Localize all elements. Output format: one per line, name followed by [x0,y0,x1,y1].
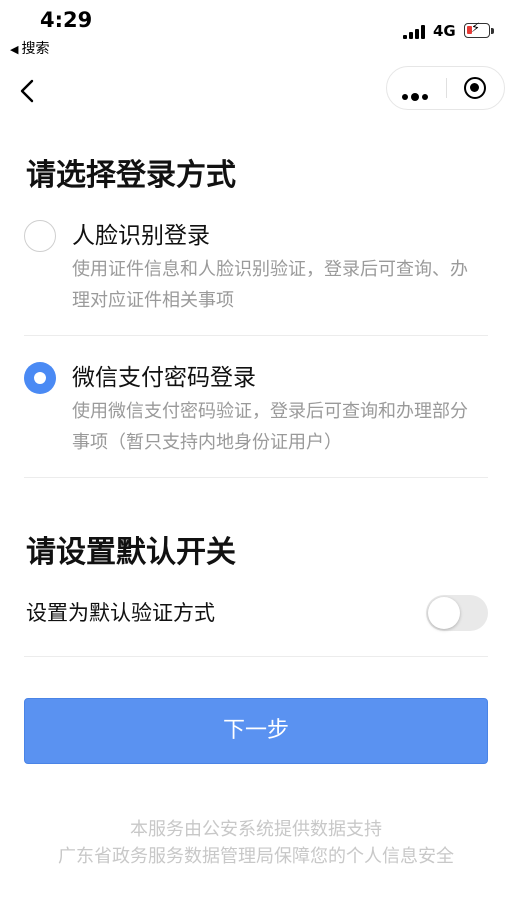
option-wechat-pay-login[interactable]: 微信支付密码登录 使用微信支付密码验证，登录后可查询和办理部分事项（暂只支持内地… [24,362,488,458]
chevron-left-icon [20,79,34,103]
more-button[interactable] [387,67,446,109]
more-dots-icon [402,85,431,104]
option-wechat-pay-login-description: 使用微信支付密码验证，登录后可查询和办理部分事项（暂只支持内地身份证用户） [72,401,468,453]
default-setting-toggle[interactable] [426,595,488,631]
battery-icon: ⚡ [464,21,490,38]
back-to-app-link[interactable]: ◀ 搜索 [10,38,49,58]
option-face-login-description: 使用证件信息和人脸识别验证，登录后可查询、办理对应证件相关事项 [72,259,468,311]
back-to-app-label: 搜索 [21,41,50,57]
signal-icon [403,25,427,39]
radio-face-login[interactable] [24,220,56,252]
close-button[interactable] [447,67,504,109]
next-step-button[interactable]: 下一步 [24,698,488,764]
divider [24,656,488,657]
target-circle-icon [464,77,486,99]
mini-program-capsule [386,66,505,110]
footer-line-2: 广东省政务服务数据管理局保障您的个人信息安全 [58,846,454,867]
network-type: 4G [433,22,456,40]
radio-wechat-pay-login[interactable] [24,362,56,394]
status-time: 4:29 [40,8,93,32]
status-bar: 4:29 ◀ 搜索 4G ⚡ [0,0,512,62]
divider [24,335,488,336]
default-setting-label: 设置为默认验证方式 [26,601,215,625]
default-setting-title: 请设置默认开关 [26,535,236,570]
battery-tip [491,28,494,34]
toggle-knob [428,597,460,629]
option-face-login-label: 人脸识别登录 [72,223,210,249]
option-face-login[interactable]: 人脸识别登录 使用证件信息和人脸识别验证，登录后可查询、办理对应证件相关事项 [24,220,488,316]
footer-line-1: 本服务由公安系统提供数据支持 [130,819,382,840]
divider [24,477,488,478]
back-triangle-icon: ◀ [10,43,19,56]
login-method-title: 请选择登录方式 [26,158,236,193]
option-wechat-pay-login-label: 微信支付密码登录 [72,365,256,391]
back-button[interactable] [14,74,44,108]
